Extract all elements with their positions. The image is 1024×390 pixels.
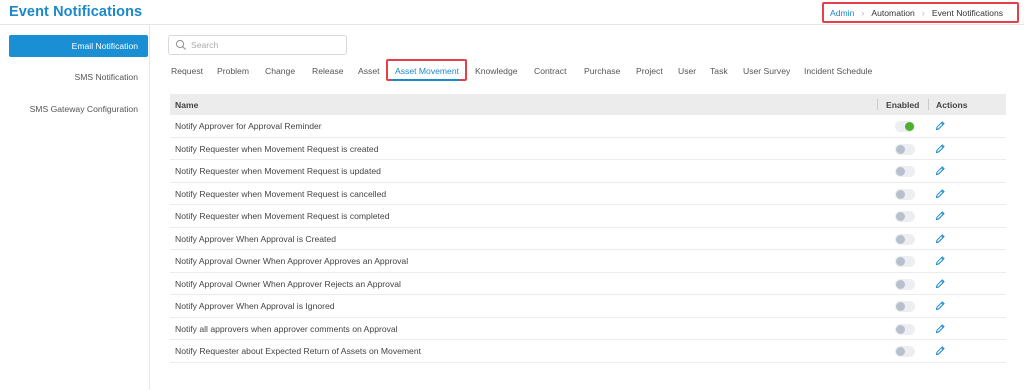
toggle-knob <box>896 212 905 221</box>
tab-incident-schedule[interactable]: Incident Schedule <box>804 62 872 80</box>
toggle-knob <box>896 302 905 311</box>
enabled-toggle[interactable] <box>895 143 915 155</box>
pencil-icon[interactable] <box>935 345 945 356</box>
notification-name[interactable]: Notify Approver for Approval Reminder <box>175 121 322 131</box>
table-row: Notify all approvers when approver comme… <box>170 318 1006 340</box>
column-header-actions: Actions <box>936 99 968 110</box>
pencil-icon[interactable] <box>935 300 945 311</box>
notification-name[interactable]: Notify Approver When Approval is Ignored <box>175 301 335 311</box>
table-row: Notify Approval Owner When Approver Reje… <box>170 273 1006 295</box>
enabled-toggle[interactable] <box>895 346 915 357</box>
enabled-toggle[interactable] <box>895 323 915 335</box>
enabled-toggle[interactable] <box>895 166 915 177</box>
search-box[interactable] <box>168 35 347 55</box>
pencil-icon[interactable] <box>935 278 945 289</box>
enabled-toggle[interactable] <box>895 278 915 290</box>
enabled-toggle[interactable] <box>895 211 915 222</box>
notification-name[interactable]: Notify Approval Owner When Approver Appr… <box>175 256 408 266</box>
notifications-table: Name Enabled Actions Notify Approver for… <box>170 94 1006 363</box>
top-bar: Event Notifications Admin › Automation ›… <box>0 0 1024 25</box>
column-divider <box>877 99 878 110</box>
table-row: Notify Requester when Movement Request i… <box>170 138 1006 160</box>
pencil-icon[interactable] <box>935 323 945 334</box>
breadcrumb-admin[interactable]: Admin <box>830 8 854 18</box>
table-row: Notify Requester when Movement Request i… <box>170 205 1006 228</box>
notification-name[interactable]: Notify Approval Owner When Approver Reje… <box>175 279 401 289</box>
enabled-toggle[interactable] <box>895 188 915 200</box>
tab-asset-movement[interactable]: Asset Movement <box>395 62 459 80</box>
table-body: Notify Approver for Approval Reminder Not… <box>170 115 1006 363</box>
toggle-knob <box>896 167 905 176</box>
enabled-toggle[interactable] <box>895 301 915 312</box>
enabled-toggle[interactable] <box>895 233 915 245</box>
toggle-knob <box>905 122 914 131</box>
notification-name[interactable]: Notify Approver When Approval is Created <box>175 234 336 244</box>
table-header: Name Enabled Actions <box>170 94 1006 115</box>
tab-knowledge[interactable]: Knowledge <box>475 62 518 80</box>
enabled-toggle[interactable] <box>895 121 915 132</box>
pencil-icon[interactable] <box>935 233 945 244</box>
table-row: Notify Requester about Expected Return o… <box>170 340 1006 363</box>
table-row: Notify Requester when Movement Request i… <box>170 183 1006 205</box>
tab-asset[interactable]: Asset <box>358 62 380 80</box>
toggle-knob <box>896 144 905 154</box>
sidebar-item-sms-gateway-configuration[interactable]: SMS Gateway Configuration <box>9 98 148 120</box>
pencil-icon[interactable] <box>935 165 945 176</box>
toggle-knob <box>896 324 905 334</box>
notification-name[interactable]: Notify Requester when Movement Request i… <box>175 189 386 199</box>
toggle-knob <box>896 347 905 356</box>
column-divider <box>928 99 929 110</box>
pencil-icon[interactable] <box>935 210 945 221</box>
pencil-icon[interactable] <box>935 143 945 154</box>
tab-request[interactable]: Request <box>171 62 203 80</box>
notification-name[interactable]: Notify Requester about Expected Return o… <box>175 346 421 356</box>
table-row: Notify Approver When Approval is Created <box>170 228 1006 250</box>
toggle-knob <box>896 257 905 266</box>
sidebar: Email Notification SMS Notification SMS … <box>0 25 150 390</box>
tab-user-survey[interactable]: User Survey <box>743 62 790 80</box>
search-icon <box>175 39 187 51</box>
search-input[interactable] <box>191 40 341 50</box>
table-row: Notify Approver for Approval Reminder <box>170 115 1006 138</box>
tab-contract[interactable]: Contract <box>534 62 566 80</box>
notification-name[interactable]: Notify all approvers when approver comme… <box>175 324 398 334</box>
pencil-icon[interactable] <box>935 120 945 131</box>
toggle-knob <box>896 189 905 199</box>
chevron-right-icon: › <box>861 7 865 18</box>
toggle-knob <box>896 234 905 244</box>
column-header-name[interactable]: Name <box>175 100 198 110</box>
breadcrumb: Admin › Automation › Event Notifications <box>822 2 1019 23</box>
tab-purchase[interactable]: Purchase <box>584 62 620 80</box>
tab-release[interactable]: Release <box>312 62 344 80</box>
table-row: Notify Approver When Approval is Ignored <box>170 295 1006 318</box>
tab-user[interactable]: User <box>678 62 696 80</box>
breadcrumb-event-notifications: Event Notifications <box>931 7 1004 18</box>
notification-name[interactable]: Notify Requester when Movement Request i… <box>175 166 381 176</box>
table-row: Notify Requester when Movement Request i… <box>170 160 1006 183</box>
chevron-right-icon: › <box>921 7 925 18</box>
tab-task[interactable]: Task <box>710 62 728 80</box>
tab-problem[interactable]: Problem <box>217 62 249 80</box>
table-row: Notify Approval Owner When Approver Appr… <box>170 250 1006 273</box>
notification-name[interactable]: Notify Requester when Movement Request i… <box>175 144 379 154</box>
tab-change[interactable]: Change <box>265 62 295 80</box>
column-header-enabled: Enabled <box>886 99 920 110</box>
pencil-icon[interactable] <box>935 255 945 266</box>
breadcrumb-automation[interactable]: Automation <box>871 8 914 18</box>
sidebar-item-email-notification[interactable]: Email Notification <box>9 35 148 57</box>
sidebar-item-sms-notification[interactable]: SMS Notification <box>9 66 148 88</box>
pencil-icon[interactable] <box>935 188 945 199</box>
tab-project[interactable]: Project <box>636 62 663 80</box>
toggle-knob <box>896 279 905 289</box>
enabled-toggle[interactable] <box>895 256 915 267</box>
page-title: Event Notifications <box>9 4 143 20</box>
notification-name[interactable]: Notify Requester when Movement Request i… <box>175 211 389 221</box>
